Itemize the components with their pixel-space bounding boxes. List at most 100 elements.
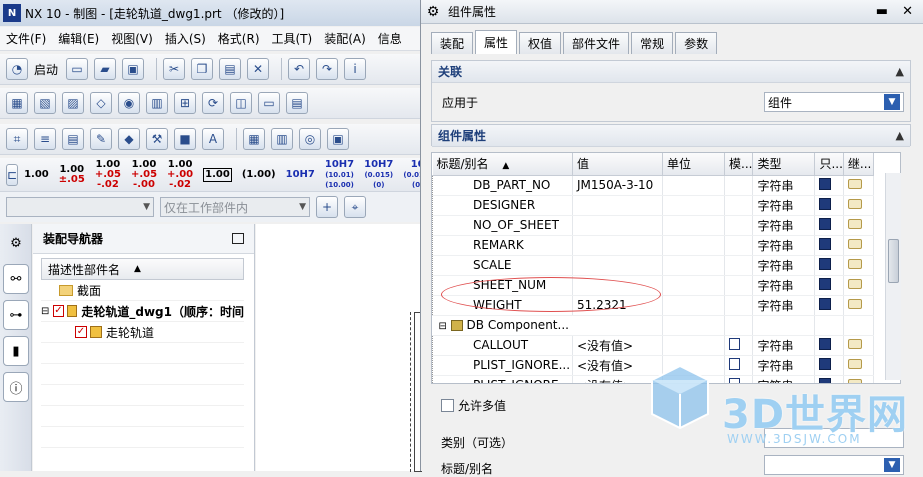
layer-icon[interactable]: ▤	[286, 92, 308, 114]
dim-style-7[interactable]: (1.00)	[242, 169, 276, 180]
parts-list-icon[interactable]: ▥	[271, 128, 293, 150]
note-icon[interactable]: ✎	[90, 128, 112, 150]
col-header-readonly[interactable]: 只...	[814, 153, 844, 176]
scope-filter-dropdown[interactable]: 仅在工作部件内 ▼	[160, 197, 310, 217]
table-row[interactable]: NO_OF_SHEET 字符串	[432, 215, 874, 236]
menu-file[interactable]: 文件(F)	[0, 30, 52, 47]
assembly-constraint-icon[interactable]: ⌗	[6, 128, 28, 150]
update-view-icon[interactable]: ⟳	[202, 92, 224, 114]
type-filter-dropdown[interactable]: ▼	[6, 197, 154, 217]
delete-icon[interactable]: ✕	[247, 58, 270, 80]
section-view-icon[interactable]: ◇	[90, 92, 112, 114]
gear-icon[interactable]: ⚙	[424, 3, 442, 21]
redo-icon[interactable]: ↷	[316, 58, 339, 80]
allow-multi-value-checkbox[interactable]	[441, 399, 454, 412]
layers-icon[interactable]: ≡	[34, 128, 56, 150]
table-row[interactable]: SCALE 字符串	[432, 255, 874, 276]
tab-weight[interactable]: 权值	[519, 32, 562, 54]
tree-node-assembly[interactable]: ⊟ ✓ 走轮轨道_dwg1（顺序：时间	[41, 301, 244, 322]
table-row[interactable]: DESIGNER 字符串	[432, 195, 874, 216]
gear-icon[interactable]: ⚙	[3, 228, 29, 258]
col-header-unit[interactable]: 单位	[662, 153, 725, 176]
balloon-icon[interactable]: ◎	[299, 128, 321, 150]
collapse-group-icon[interactable]: ▲	[896, 65, 904, 78]
new-sheet-icon[interactable]: ▦	[6, 92, 28, 114]
info-icon[interactable]: i	[344, 58, 367, 80]
dim-style-10[interactable]: 10H7 (0.015) (0)	[364, 159, 393, 190]
col-header-type[interactable]: 类型	[752, 153, 816, 176]
chevron-down-icon[interactable]: ▼	[884, 94, 900, 110]
menu-info[interactable]: 信息	[372, 30, 408, 47]
column-header-part-name[interactable]: 描述性部件名 ▲	[41, 258, 244, 280]
menu-assembly[interactable]: 装配(A)	[318, 30, 372, 47]
col-header-template[interactable]: 模...	[724, 153, 754, 176]
tab-general[interactable]: 常规	[631, 32, 674, 54]
association-group-header[interactable]: 关联 ▲	[432, 61, 910, 83]
tree-node-section[interactable]: 截面	[41, 280, 244, 301]
collapse-group-icon[interactable]: ▲	[896, 129, 904, 142]
table-scrollbar[interactable]	[885, 173, 901, 380]
sheet-template-icon[interactable]: ▣	[327, 128, 349, 150]
cube-icon[interactable]: ■	[174, 128, 196, 150]
menu-view[interactable]: 视图(V)	[105, 30, 159, 47]
dim-style-5[interactable]: 1.00 +.00 -.02	[167, 159, 193, 190]
table-icon[interactable]: ▦	[243, 128, 265, 150]
detail-view-icon[interactable]: ◉	[118, 92, 140, 114]
menu-tools[interactable]: 工具(T)	[266, 30, 319, 47]
paste-icon[interactable]: ▤	[219, 58, 242, 80]
start-button[interactable]: 启动	[34, 61, 58, 78]
snap-point-icon[interactable]: +	[316, 196, 338, 218]
tab-parameters[interactable]: 参数	[675, 32, 718, 54]
tab-assembly[interactable]: 装配	[431, 32, 474, 54]
collapse-icon[interactable]: ⊟	[41, 306, 53, 317]
col-header-title[interactable]: 标题/别名 ▲	[432, 153, 573, 176]
apply-to-dropdown[interactable]: 组件 ▼	[764, 92, 904, 112]
tab-attributes[interactable]: 属性	[475, 30, 518, 54]
visibility-checkbox[interactable]: ✓	[53, 305, 64, 317]
view-icon[interactable]: ▧	[34, 92, 56, 114]
col-header-inherit[interactable]: 继...	[843, 153, 874, 176]
minimize-icon[interactable]: ▬	[876, 4, 888, 19]
dim-style-2[interactable]: 1.00 ±.05	[59, 164, 85, 185]
start-icon[interactable]: ◔	[6, 58, 28, 80]
attributes-group-header[interactable]: 组件属性 ▲	[432, 125, 910, 147]
open-folder-icon[interactable]: ▰	[94, 58, 117, 80]
drawing-canvas[interactable]	[256, 224, 422, 472]
component-icon[interactable]: ◆	[118, 128, 140, 150]
tree-node-part[interactable]: ✓ 走轮轨道	[41, 322, 244, 343]
hammer-icon[interactable]: ⚒	[146, 128, 168, 150]
stack-icon[interactable]: ▤	[62, 128, 84, 150]
tab-part-file[interactable]: 部件文件	[563, 32, 630, 54]
projected-view-icon[interactable]: ▨	[62, 92, 84, 114]
help-tab-icon[interactable]: ⓘ	[3, 372, 29, 402]
dim-style-9[interactable]: 10H7 (10.01) (10.00)	[325, 159, 354, 190]
new-file-icon[interactable]: ▭	[66, 58, 89, 80]
visibility-checkbox[interactable]: ✓	[75, 326, 87, 338]
collapse-icon[interactable]: ⊟	[439, 321, 447, 332]
scrollbar-thumb[interactable]	[888, 239, 899, 283]
view-boundary-icon[interactable]: ⊞	[174, 92, 196, 114]
dim-style-3[interactable]: 1.00 +.05 -.02	[95, 159, 121, 190]
maximize-icon[interactable]	[232, 233, 244, 244]
dim-style-1[interactable]: 1.00	[24, 169, 49, 180]
menu-format[interactable]: 格式(R)	[212, 30, 266, 47]
dimension-icon[interactable]: ⊏	[6, 163, 19, 186]
menu-edit[interactable]: 编辑(E)	[52, 30, 105, 47]
cut-icon[interactable]: ✂	[163, 58, 186, 80]
dim-style-6[interactable]: 1.00	[203, 167, 232, 182]
save-icon[interactable]: ▣	[122, 58, 145, 80]
dim-style-4[interactable]: 1.00 +.05 -.00	[131, 159, 157, 190]
sheet-icon[interactable]: ▭	[258, 92, 280, 114]
table-row[interactable]: CALLOUT <没有值> 字符串	[432, 335, 874, 356]
break-view-icon[interactable]: ▥	[146, 92, 168, 114]
table-group-row[interactable]: ⊟ DB Component...	[432, 315, 874, 336]
table-row[interactable]: DB_PART_NO JM150A-3-10 字符串	[432, 175, 874, 196]
snap-options-icon[interactable]: ⌖	[344, 196, 366, 218]
close-icon[interactable]: ✕	[902, 4, 913, 19]
assembly-navigator-tab-icon[interactable]: ⚯	[3, 264, 29, 294]
copy-icon[interactable]: ❐	[191, 58, 214, 80]
col-header-value[interactable]: 值	[572, 153, 663, 176]
roles-tab-icon[interactable]: ▮	[3, 336, 29, 366]
undo-icon[interactable]: ↶	[288, 58, 311, 80]
display-icon[interactable]: ◫	[230, 92, 252, 114]
